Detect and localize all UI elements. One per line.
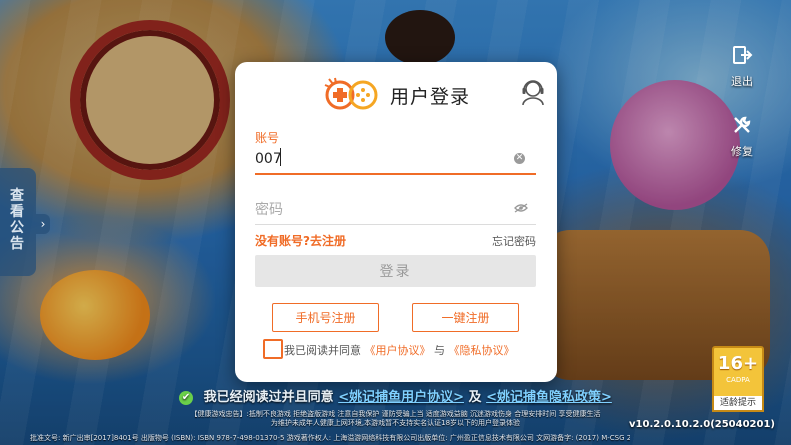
bottom-agree-and: 及 [468,390,482,405]
agreement-and: 与 [434,344,445,357]
repair-button[interactable]: 修复 [722,114,762,159]
account-input[interactable] [255,146,507,172]
password-underline [255,224,536,225]
login-dialog: 用户登录 账号 ✕ 没有账号?去注册 忘记密码 登录 手机号注册 一键注册 我已… [235,62,557,382]
bottom-user-agreement-link[interactable]: <姚记捕鱼用户协议> [338,390,464,405]
exit-button[interactable]: 退出 [722,44,762,89]
repair-label: 修复 [731,145,753,158]
announcement-tab[interactable]: 查看公告 › [0,168,50,276]
login-button[interactable]: 登录 [255,255,536,287]
chevron-right-icon[interactable]: › [36,214,50,234]
exit-label: 退出 [731,75,753,88]
exit-icon [722,44,762,73]
publisher-info: 批准文号: 新广出审[2017]8401号 出版物号 (ISBN): ISBN … [30,434,630,442]
agreement-checkbox[interactable] [263,339,283,359]
agreement-prefix: 我已阅读并同意 [284,344,361,357]
account-label: 账号 [255,131,280,145]
phone-register-button[interactable]: 手机号注册 [272,303,379,332]
bottom-privacy-link[interactable]: <姚记捕鱼隐私政策> [486,390,612,405]
forgot-password-link[interactable]: 忘记密码 [492,233,536,249]
gamepad-logo-icon [324,77,378,110]
check-icon[interactable]: ✔ [179,390,194,405]
dialog-title: 用户登录 [390,86,471,108]
account-underline [255,173,536,175]
quick-register-button[interactable]: 一键注册 [412,303,519,332]
privacy-agreement-link[interactable]: 《隐私协议》 [449,344,515,357]
customer-service-icon[interactable] [521,78,545,106]
clear-input-icon[interactable]: ✕ [514,153,525,164]
age-rating-number: 16+ [717,353,759,374]
agreement-text: 我已阅读并同意 《用户协议》 与 《隐私协议》 [284,342,515,358]
text-caret [280,148,281,166]
bottom-agree-text: 我已经阅读过并且同意 [203,390,334,405]
password-input[interactable] [255,198,507,222]
age-rating-org: CADPA [726,376,750,384]
bottom-agreement-bar: ✔ 我已经阅读过并且同意 <姚记捕鱼用户协议> 及 <姚记捕鱼隐私政策> [0,386,791,405]
eye-hidden-icon[interactable] [514,203,528,213]
register-link[interactable]: 没有账号?去注册 [255,232,346,249]
wrench-icon [722,114,762,143]
dialog-header: 用户登录 [235,62,557,126]
version-label: v10.2.0.10.2.0(25040201) [629,419,775,430]
user-agreement-link[interactable]: 《用户协议》 [365,344,431,357]
agreement-row: 我已阅读并同意 《用户协议》 与 《隐私协议》 [263,339,553,359]
health-notice-text: 【健康游戏忠告】:抵制不良游戏 拒绝盗版游戏 注意自我保护 谨防受骗上当 适度游… [190,410,601,418]
announcement-tab-label: 查看公告 [10,188,24,252]
